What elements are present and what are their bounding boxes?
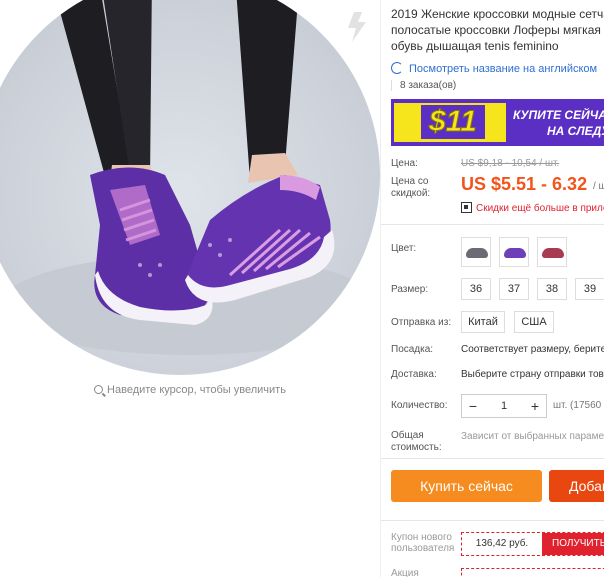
fit-value: Соответствует размеру, берите — [461, 344, 604, 355]
divider — [381, 520, 604, 521]
quantity-decrease-button[interactable]: − — [462, 395, 484, 417]
delivery-value[interactable]: Выберите страну отправки товара — [461, 369, 604, 380]
color-label: Цвет: — [391, 243, 417, 254]
watermark-bolt-icon — [348, 12, 366, 42]
ship-from-option[interactable]: США — [514, 311, 554, 333]
product-info-panel: 2019 Женские кроссовки модные сетчатые п… — [380, 0, 604, 577]
promo-text-line1: КУПИТЕ СЕЙЧАС — [513, 108, 604, 122]
promotion-label: Акция — [391, 568, 419, 577]
product-title-line: 2019 Женские кроссовки модные сетчатые — [391, 7, 604, 21]
get-coupon-button[interactable]: ПОЛУЧИТЬ СЕЙЧАС — [542, 533, 604, 571]
quantity-stepper: − 1 + — [461, 394, 547, 418]
quantity-label: Количество: — [391, 400, 448, 411]
app-discount-link[interactable]: Скидки ещё больше в приложении — [476, 203, 604, 214]
translate-link-text: Посмотреть название на английском — [409, 63, 598, 75]
color-swatch-purple[interactable] — [499, 237, 529, 267]
price-unit: / шт. — [593, 181, 604, 192]
discount-price-label: Цена со скидкой: — [391, 176, 431, 199]
product-main-image[interactable] — [0, 0, 380, 375]
price-label: Цена: — [391, 158, 418, 169]
shoe-illustration — [0, 0, 380, 355]
shoe-thumbnail-icon — [504, 248, 526, 258]
promo-amount: $11 — [421, 105, 485, 139]
color-swatch-red[interactable] — [537, 237, 567, 267]
delivery-label: Доставка: — [391, 369, 437, 380]
quantity-available: шт. (17560 — [553, 400, 602, 411]
product-title-line: полосатые кроссовки Лоферы мягкая — [391, 23, 601, 37]
size-option[interactable]: 38 — [537, 278, 567, 300]
quantity-input[interactable]: 1 — [484, 395, 524, 417]
new-user-coupon-label: Купон нового пользователя — [391, 532, 455, 554]
quantity-increase-button[interactable]: + — [524, 395, 546, 417]
ship-from-label: Отправка из: — [391, 317, 452, 328]
color-swatch-gray[interactable] — [461, 237, 491, 267]
original-price: US $9,18 - 10,54 / шт. — [461, 158, 560, 169]
total-cost-value: Зависит от выбранных параметров — [461, 431, 604, 442]
fit-label: Посадка: — [391, 344, 434, 355]
size-option[interactable]: 36 — [461, 278, 491, 300]
new-user-coupon: 136,42 руб. ПОЛУЧИТЬ СЕЙЧАС — [461, 532, 604, 571]
ship-from-option[interactable]: Китай — [461, 311, 505, 333]
divider — [381, 458, 604, 459]
add-to-cart-button[interactable]: Добавить — [549, 470, 604, 502]
zoom-hint-text: Наведите курсор, чтобы увеличить — [107, 384, 286, 396]
size-label: Размер: — [391, 284, 429, 295]
product-gallery: Наведите курсор, чтобы увеличить — [0, 0, 380, 577]
discount-price: US $5.51 - 6.32 — [461, 174, 588, 194]
promo-banner[interactable]: $11 КУПИТЕ СЕЙЧАС НА СЛЕДУ — [391, 99, 604, 146]
zoom-hint: Наведите курсор, чтобы увеличить — [0, 384, 380, 396]
coupon-amount: 136,42 руб. — [475, 538, 529, 549]
translate-icon — [391, 62, 403, 74]
promo-text-line2: НА СЛЕДУ — [547, 124, 604, 138]
product-title: 2019 Женские кроссовки модные сетчатые п… — [391, 6, 604, 54]
shoe-thumbnail-icon — [466, 248, 488, 258]
product-title-line: обувь дышащая tenis feminino — [391, 39, 559, 53]
size-option[interactable]: 37 — [499, 278, 529, 300]
qr-code-icon[interactable] — [461, 202, 472, 213]
size-option[interactable]: 39 — [575, 278, 604, 300]
translate-title-link[interactable]: Посмотреть название на английском — [391, 62, 597, 75]
shoe-thumbnail-icon — [542, 248, 564, 258]
total-cost-label: Общая стоимость: — [391, 430, 442, 453]
magnifier-icon — [94, 385, 104, 394]
buy-now-button[interactable]: Купить сейчас — [391, 470, 542, 502]
divider — [381, 224, 604, 225]
promotion-coupon[interactable] — [461, 568, 604, 577]
orders-count: 8 заказа(ов) — [391, 80, 456, 91]
